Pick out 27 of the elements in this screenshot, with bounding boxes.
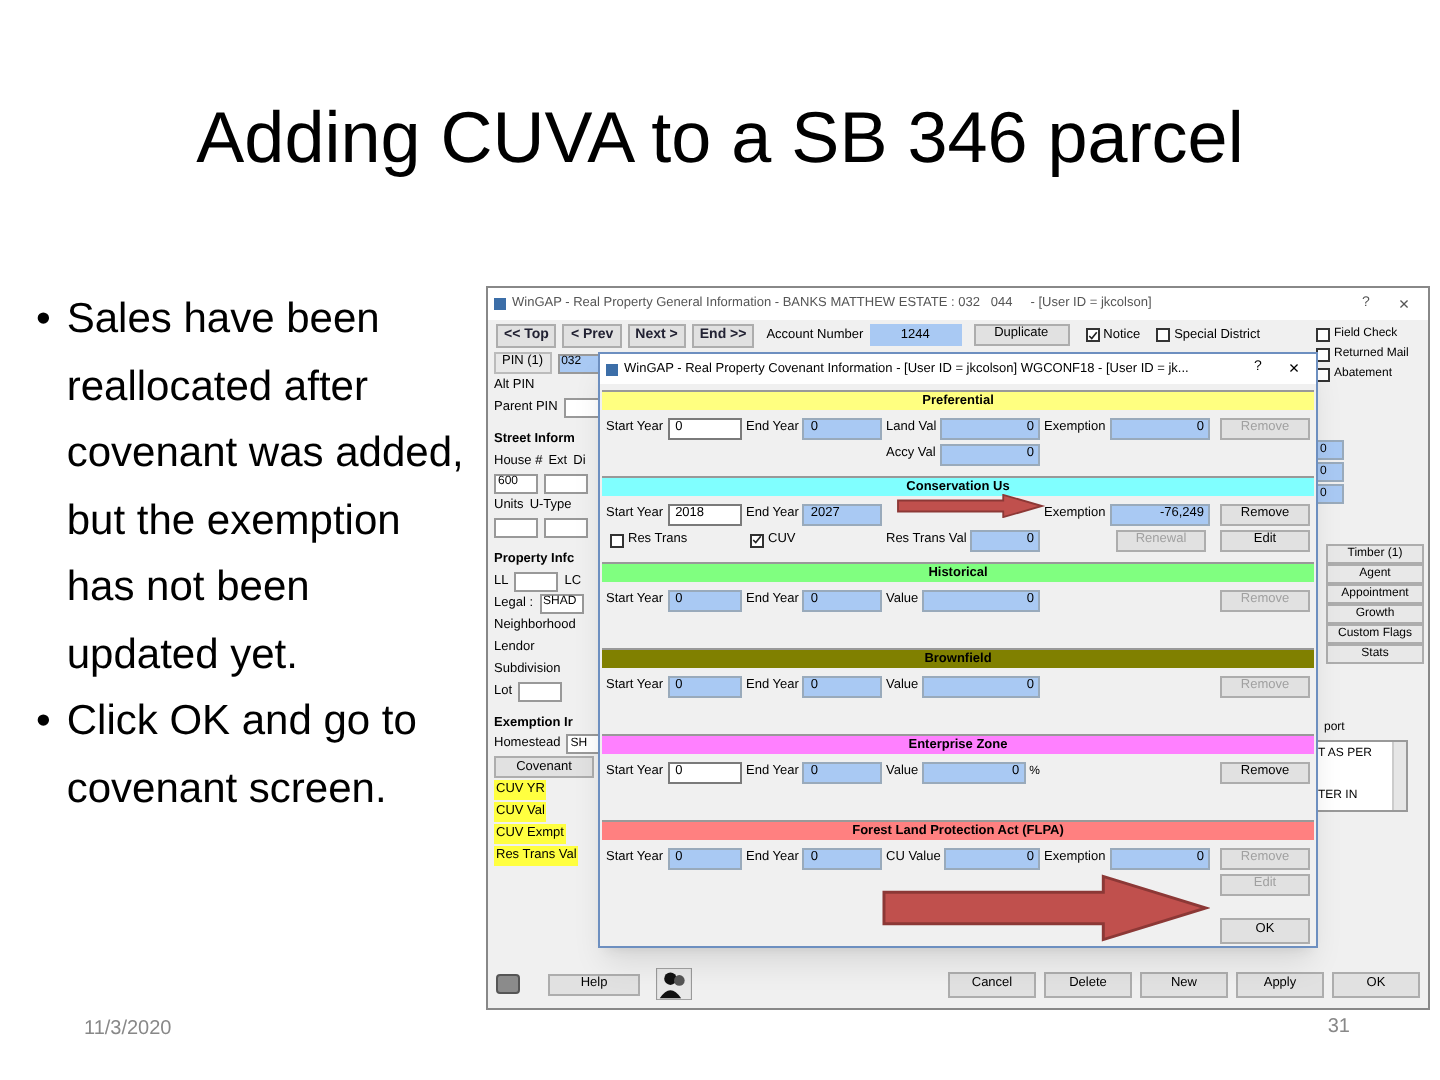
bullet-mark: • [36, 696, 51, 748]
slide-date: 11/3/2020 [82, 1016, 174, 1044]
bullet-text: Sales have been reallocated after covenant was added, but the exemption has not been updated yet. [66, 294, 466, 681]
input-field[interactable] [518, 681, 563, 701]
close-button[interactable]: × [1386, 295, 1422, 313]
check-icon [752, 534, 762, 546]
checkbox[interactable] [1316, 347, 1330, 361]
page-number: 31 [1327, 1014, 1352, 1042]
scroll-bar[interactable] [1392, 742, 1406, 810]
checkbox[interactable] [750, 533, 764, 547]
people-icon[interactable] [656, 968, 692, 1000]
close-button[interactable]: × [1278, 360, 1310, 378]
input-field[interactable] [563, 398, 598, 418]
checkbox[interactable] [610, 533, 624, 547]
checkbox[interactable] [1156, 328, 1171, 342]
checkbox[interactable] [1085, 328, 1100, 342]
bullet-mark: • [36, 294, 51, 346]
check-icon [1087, 329, 1098, 341]
app-icon [494, 298, 506, 310]
input-field[interactable] [544, 473, 588, 494]
bullet-text: Click OK and go to covenant screen. [66, 696, 419, 815]
checkbox[interactable] [1316, 327, 1330, 341]
input-field[interactable] [494, 517, 538, 538]
app-icon [606, 363, 618, 375]
input-field[interactable] [544, 517, 588, 538]
slide-title: Adding CUVA to a SB 346 parcel [196, 101, 1244, 173]
input-field[interactable] [514, 571, 559, 591]
